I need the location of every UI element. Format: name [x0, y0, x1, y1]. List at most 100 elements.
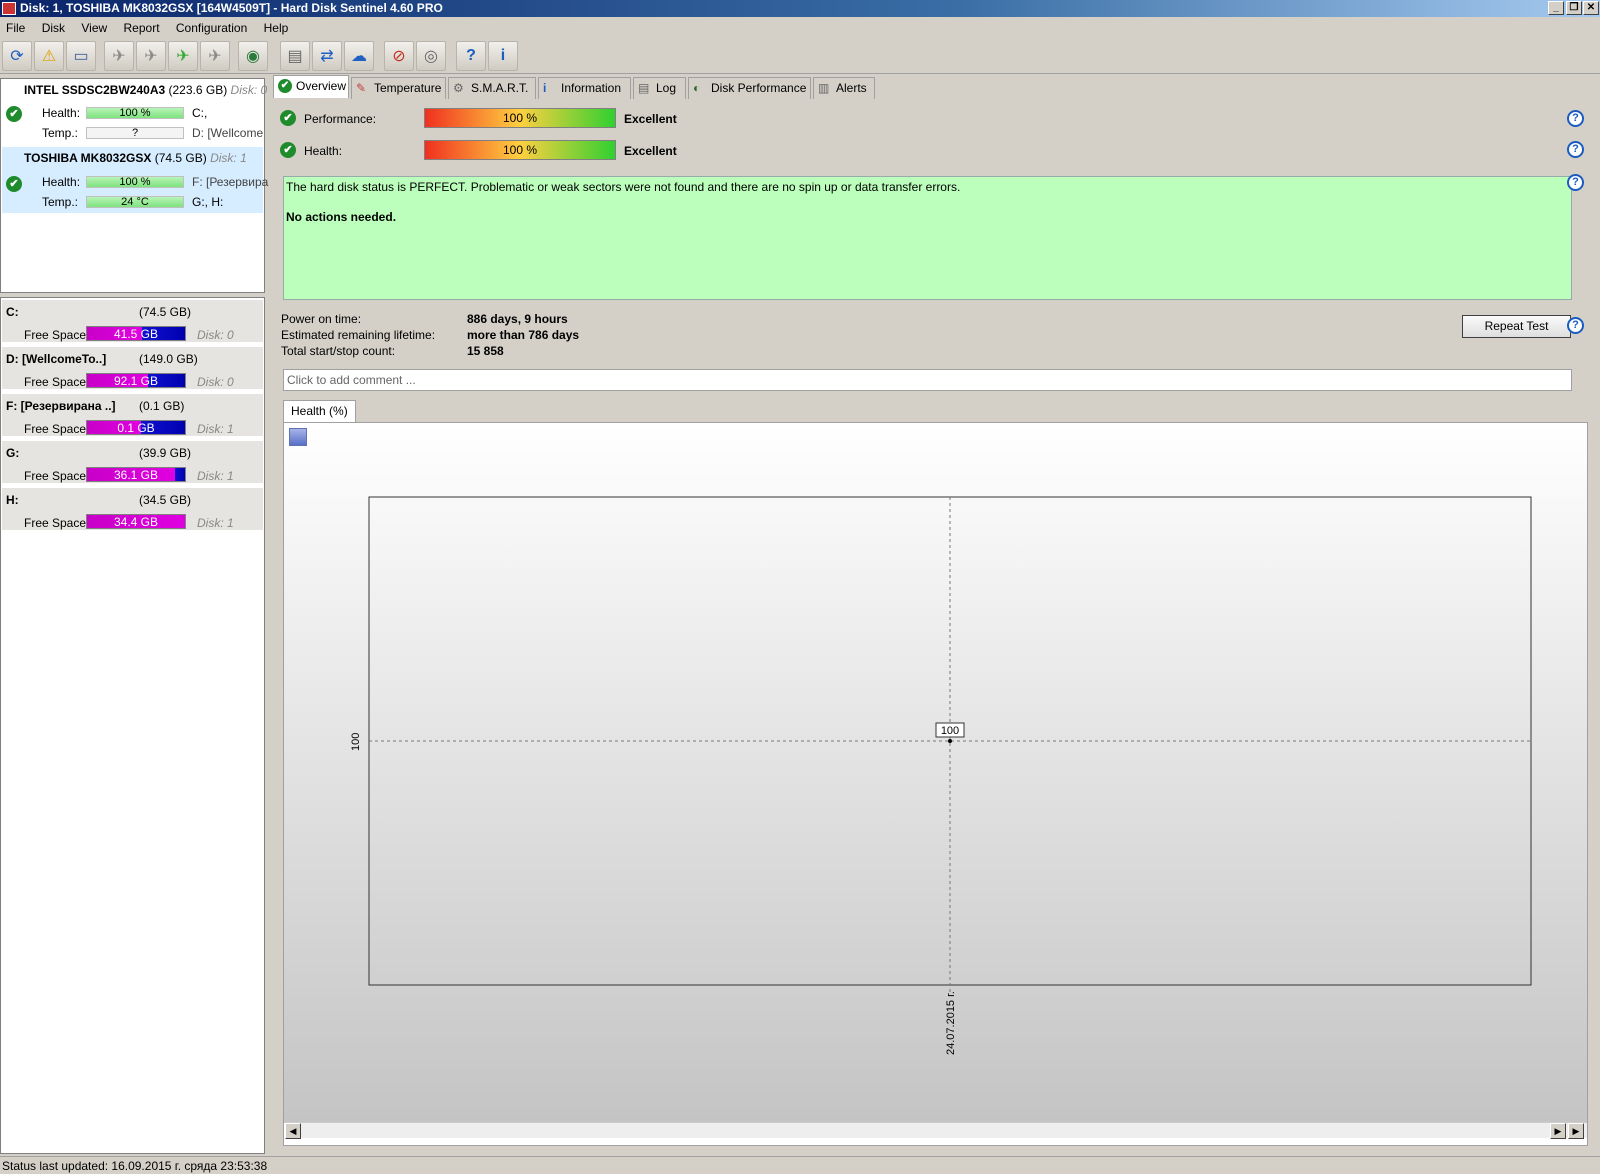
tab-alerts[interactable]: ▥ Alerts: [813, 77, 875, 99]
log-icon: ▤: [638, 81, 650, 95]
drive-letters-2: G:, H:: [192, 195, 224, 209]
tab-smart[interactable]: ⚙ S.M.A.R.T.: [448, 77, 536, 99]
repeat-test-button[interactable]: Repeat Test: [1462, 315, 1571, 338]
partition-entry[interactable]: G: (39.9 GB) Free Space 36.1 GB Disk: 1: [2, 441, 263, 485]
warning-icon: ⚠: [41, 48, 57, 65]
power-on-value: 886 days, 9 hours: [467, 312, 568, 326]
satellite-button-2[interactable]: ✈: [136, 41, 166, 71]
disk-icon: ▭: [73, 48, 89, 65]
disk-size: (74.5 GB): [154, 151, 207, 165]
free-space-label: Free Space: [24, 328, 87, 342]
display-button[interactable]: ⊘: [384, 41, 414, 71]
satellite-button-4[interactable]: ✈: [200, 41, 230, 71]
free-space-bar: 36.1 GB: [86, 467, 186, 482]
partition-entry[interactable]: H: (34.5 GB) Free Space 34.4 GB Disk: 1: [2, 488, 263, 532]
menu-file[interactable]: File: [0, 18, 32, 35]
help-icon[interactable]: ?: [1567, 317, 1584, 334]
lifetime-value: more than 786 days: [467, 328, 580, 342]
report-button[interactable]: ▤: [280, 41, 310, 71]
title-bar: Disk: 1, TOSHIBA MK8032GSX [164W4509T] -…: [0, 0, 1600, 17]
tab-log[interactable]: ▤ Log: [633, 77, 686, 99]
help-icon: ?: [466, 47, 476, 64]
menu-help[interactable]: Help: [258, 18, 296, 35]
tab-label: Disk Performance: [711, 81, 807, 95]
scroll-right-button[interactable]: ▶: [1550, 1123, 1566, 1139]
help-icon[interactable]: ?: [1567, 174, 1584, 191]
save-icon[interactable]: [289, 428, 307, 446]
alerts-button[interactable]: ⚠: [34, 41, 64, 71]
drive-letters: C:,: [192, 106, 208, 120]
drive-letters: F: [Резервира: [192, 175, 269, 189]
menu-report[interactable]: Report: [118, 18, 167, 35]
performance-rating: Excellent: [624, 112, 677, 126]
maximize-button[interactable]: ❐: [1566, 1, 1582, 15]
sound-icon: ◎: [424, 48, 438, 65]
sound-button[interactable]: ◎: [416, 41, 446, 71]
chart-tab-health[interactable]: Health (%): [283, 400, 356, 422]
web-button[interactable]: ◉: [238, 41, 268, 71]
partition-disk: Disk: 1: [197, 469, 234, 483]
x-tick-label: 24.07.2015 г.: [945, 991, 957, 1055]
menu-view[interactable]: View: [75, 18, 114, 35]
about-button[interactable]: i: [488, 41, 518, 71]
partition-name: H:: [6, 493, 19, 507]
free-space-label: Free Space: [24, 375, 87, 389]
satellite-button-1[interactable]: ✈: [104, 41, 134, 71]
network-button[interactable]: ☁: [344, 41, 374, 71]
minimize-button[interactable]: _: [1548, 1, 1564, 15]
tab-information[interactable]: i Information: [538, 77, 631, 99]
menu-configuration[interactable]: Configuration: [170, 18, 254, 35]
partition-entry[interactable]: C: (74.5 GB) Free Space 41.5 GB Disk: 0: [2, 300, 263, 344]
data-label: 100: [941, 725, 959, 737]
satellite-dish-icon: ✈: [144, 48, 158, 65]
health-bar: 100 %: [424, 140, 616, 160]
gauge-icon: ◐: [693, 81, 701, 95]
info-icon: i: [543, 81, 547, 95]
help-button[interactable]: ?: [456, 41, 486, 71]
close-button[interactable]: ✕: [1583, 1, 1599, 15]
disk-entry-0[interactable]: INTEL SSDSC2BW240A3 (223.6 GB) Disk: 0 ✔…: [2, 79, 267, 145]
disk-button[interactable]: ▭: [66, 41, 96, 71]
comment-input[interactable]: Click to add comment ...: [283, 369, 1572, 391]
no-screen-icon: ⊘: [392, 48, 406, 65]
tab-temperature[interactable]: ✎ Temperature: [351, 77, 446, 99]
disk-entry-1[interactable]: TOSHIBA MK8032GSX (74.5 GB) Disk: 1 ✔ He…: [2, 147, 268, 213]
partition-size: (39.9 GB): [139, 446, 192, 460]
satellite-button-3[interactable]: ✈: [168, 41, 198, 71]
chart-background: [284, 423, 1587, 1123]
info-icon: i: [500, 47, 506, 64]
tab-label: Overview: [296, 79, 347, 93]
sync-button[interactable]: ⇄: [312, 41, 342, 71]
status-ok-icon: ✔: [6, 176, 22, 192]
free-space-bar: 41.5 GB: [86, 326, 186, 341]
tab-overview[interactable]: ✔ Overview: [273, 75, 349, 98]
disk-number: Disk: 0: [230, 83, 268, 97]
startstop-label: Total start/stop count:: [281, 344, 396, 358]
tab-label: Temperature: [374, 81, 442, 95]
menu-disk[interactable]: Disk: [36, 18, 72, 35]
lifetime-label: Estimated remaining lifetime:: [281, 328, 436, 342]
help-icon[interactable]: ?: [1567, 110, 1584, 127]
thermometer-icon: ✎: [356, 81, 367, 95]
free-space-label: Free Space: [24, 422, 87, 436]
status-bar-text: Status last updated: 16.09.2015 г. сряда…: [2, 1159, 268, 1173]
partition-size: (34.5 GB): [139, 493, 192, 507]
partition-entry[interactable]: F: [Резервирана ..] (0.1 GB) Free Space 0.1…: [2, 394, 263, 438]
horizontal-scrollbar[interactable]: ◀ ▶ ▶: [285, 1122, 1587, 1139]
tab-disk-performance[interactable]: ◐ Disk Performance: [688, 77, 811, 99]
performance-ok-icon: ✔: [280, 110, 296, 126]
disk-name-label: INTEL SSDSC2BW240A3 (223.6 GB) Disk: 0: [24, 83, 267, 97]
health-label: Health:: [42, 106, 81, 120]
temp-bar: 24 °C: [86, 196, 184, 208]
scroll-end-button[interactable]: ▶: [1568, 1123, 1584, 1139]
free-space-bar: 34.4 GB: [86, 514, 186, 529]
status-ok-icon: ✔: [6, 106, 22, 122]
refresh-button[interactable]: ⟳: [2, 41, 32, 71]
partition-size: (149.0 GB): [139, 352, 198, 366]
partition-entry[interactable]: D: [WellcomeTo..] (149.0 GB) Free Space 92.…: [2, 347, 263, 391]
scroll-left-button[interactable]: ◀: [285, 1123, 301, 1139]
health-chart: 24.07.2015 г. 100 100: [283, 422, 1588, 1146]
tab-label: Alerts: [836, 81, 867, 95]
y-tick-label: 100: [350, 733, 362, 751]
help-icon[interactable]: ?: [1567, 141, 1584, 158]
